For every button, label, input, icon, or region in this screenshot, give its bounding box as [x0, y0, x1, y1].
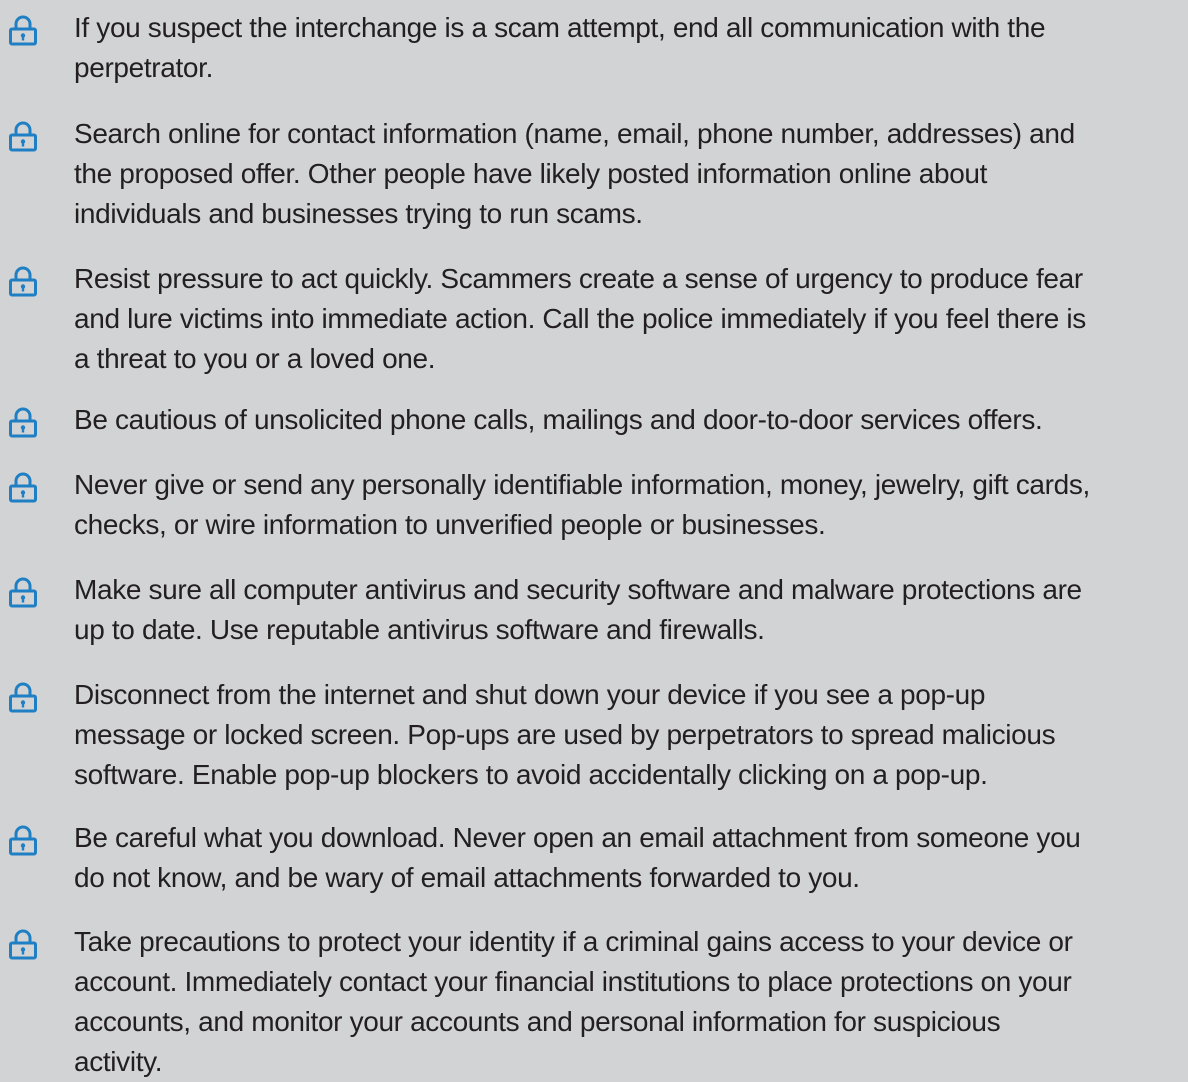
tip-line: message or locked screen. Pop-ups are us… [74, 719, 1056, 750]
tip-line: Be careful what you download. Never open… [74, 822, 1081, 853]
lock-icon [8, 120, 38, 152]
lock-icon [8, 406, 38, 438]
lock-icon [8, 471, 38, 503]
tip-line: perpetrator. [74, 52, 213, 83]
tip-text: If you suspect the interchange is a scam… [74, 8, 1184, 88]
lock-icon [8, 265, 38, 297]
tip-line: Search online for contact information (n… [74, 118, 1075, 149]
tip-line: Resist pressure to act quickly. Scammers… [74, 263, 1083, 294]
tip-line: account. Immediately contact your financ… [74, 966, 1072, 997]
tip-line: and lure victims into immediate action. … [74, 303, 1086, 334]
lock-icon [8, 576, 38, 608]
tip-line: software. Enable pop-up blockers to avoi… [74, 759, 988, 790]
tip-line: activity. [74, 1046, 163, 1077]
tip-line: a threat to you or a loved one. [74, 343, 436, 374]
tip-text: Search online for contact information (n… [74, 114, 1184, 234]
tip-line: Make sure all computer antivirus and sec… [74, 574, 1082, 605]
tip-line: Be cautious of unsolicited phone calls, … [74, 404, 1043, 435]
lock-icon [8, 681, 38, 713]
tip-text: Be cautious of unsolicited phone calls, … [74, 400, 1184, 440]
tip-line: accounts, and monitor your accounts and … [74, 1006, 1001, 1037]
tip-line: individuals and businesses trying to run… [74, 198, 643, 229]
tip-line: checks, or wire information to unverifie… [74, 509, 826, 540]
tip-line: the proposed offer. Other people have li… [74, 158, 988, 189]
tip-line: Disconnect from the internet and shut do… [74, 679, 986, 710]
tip-text: Disconnect from the internet and shut do… [74, 675, 1184, 795]
tip-line: up to date. Use reputable antivirus soft… [74, 614, 765, 645]
tip-text: Take precautions to protect your identit… [74, 922, 1184, 1082]
tip-text: Resist pressure to act quickly. Scammers… [74, 259, 1184, 379]
tip-text: Be careful what you download. Never open… [74, 818, 1184, 898]
lock-icon [8, 14, 38, 46]
tip-line: If you suspect the interchange is a scam… [74, 12, 1046, 43]
tip-line: Never give or send any personally identi… [74, 469, 1090, 500]
tip-line: Take precautions to protect your identit… [74, 926, 1073, 957]
security-tips-list: If you suspect the interchange is a scam… [0, 0, 1188, 1077]
tip-line: do not know, and be wary of email attach… [74, 862, 860, 893]
lock-icon [8, 928, 38, 960]
lock-icon [8, 824, 38, 856]
tip-text: Never give or send any personally identi… [74, 465, 1184, 545]
tip-text: Make sure all computer antivirus and sec… [74, 570, 1184, 650]
